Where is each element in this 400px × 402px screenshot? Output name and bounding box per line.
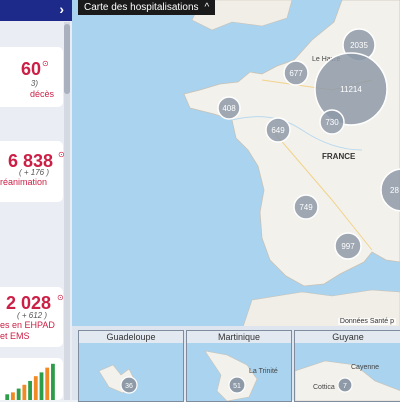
cluster-count: 649 <box>271 126 285 135</box>
cluster-count: 11214 <box>340 85 362 94</box>
country-label: FRANCE <box>322 152 356 161</box>
deaths-count: 60 <box>20 59 41 79</box>
mini-bar-chart <box>5 363 55 400</box>
inset-guyane[interactable]: Guyane Cayenne Cottica 7 <box>294 330 400 402</box>
cluster-marker[interactable]: 677 <box>283 60 309 86</box>
sidebar-scrollbar[interactable] <box>64 22 70 400</box>
ehpad-delta: ( + 612 ) <box>16 311 47 320</box>
place-label: Cayenne <box>351 364 379 371</box>
info-icon[interactable]: ⊙ <box>42 59 49 68</box>
collapse-arrow-icon[interactable]: ^ <box>205 2 210 13</box>
cluster-count: 28 <box>390 186 399 195</box>
scrollbar-thumb[interactable] <box>64 24 70 94</box>
cluster-marker[interactable]: 997 <box>334 232 362 260</box>
ehpad-label-line1: es en EHPAD <box>0 320 55 330</box>
stats-sidebar: › 60 ⊙ 3) décès 6 838 ⊙ ( + 176 ) réanim… <box>0 0 72 400</box>
cluster-count: 749 <box>299 203 313 212</box>
bar <box>51 363 55 400</box>
cluster-count: 36 <box>125 383 133 390</box>
place-label: Cottica <box>313 384 335 391</box>
inset-map: La Trinité 51 <box>204 350 278 401</box>
ehpad-card[interactable]: 2 028 ⊙ ( + 612 ) es en EHPAD et EMS <box>0 287 64 347</box>
inset-map: 36 <box>98 364 138 394</box>
bar <box>11 392 15 400</box>
map-title-toggle[interactable]: Carte des hospitalisations ^ <box>78 0 216 15</box>
inset-map: Cayenne Cottica 7 <box>295 360 400 401</box>
cluster-count: 51 <box>233 383 241 390</box>
bar <box>22 384 27 400</box>
sidebar-header[interactable]: › <box>0 0 72 21</box>
bar <box>5 394 10 400</box>
deaths-delta: 3) <box>30 79 38 88</box>
cluster-count: 997 <box>341 242 355 251</box>
cluster-marker[interactable]: 649 <box>265 117 291 143</box>
cluster-count: 408 <box>222 104 236 113</box>
info-icon[interactable]: ⊙ <box>57 293 64 302</box>
cluster-marker[interactable]: 749 <box>293 194 319 220</box>
deaths-card[interactable]: 60 ⊙ 3) décès <box>0 47 63 107</box>
ehpad-label-line2: et EMS <box>0 331 30 341</box>
cluster-marker[interactable]: 730 <box>319 109 345 135</box>
bar <box>33 376 38 400</box>
bar <box>16 388 21 400</box>
chevron-right-icon[interactable]: › <box>59 1 64 17</box>
map-title: Carte des hospitalisations <box>84 2 199 13</box>
trend-chart-card[interactable] <box>0 358 63 400</box>
cluster-count: 677 <box>289 69 303 78</box>
inset-martinique[interactable]: Martinique La Trinité 51 <box>186 330 292 402</box>
bar <box>39 372 44 400</box>
bar <box>45 367 50 400</box>
inset-guadeloupe[interactable]: Guadeloupe 36 <box>78 330 184 402</box>
icu-delta: ( + 176 ) <box>18 168 49 177</box>
map-attribution[interactable]: Données Santé p <box>337 318 396 325</box>
bar <box>28 380 32 400</box>
cluster-count: 2035 <box>350 41 368 50</box>
cluster-marker[interactable]: 408 <box>217 96 241 120</box>
cluster-count: 730 <box>325 118 339 127</box>
place-label: La Trinité <box>249 368 278 375</box>
cluster-count: 7 <box>343 383 347 390</box>
icu-card[interactable]: 6 838 ⊙ ( + 176 ) réanimation <box>0 141 65 202</box>
icu-label: réanimation <box>0 177 48 187</box>
deaths-label: décès <box>30 89 55 99</box>
